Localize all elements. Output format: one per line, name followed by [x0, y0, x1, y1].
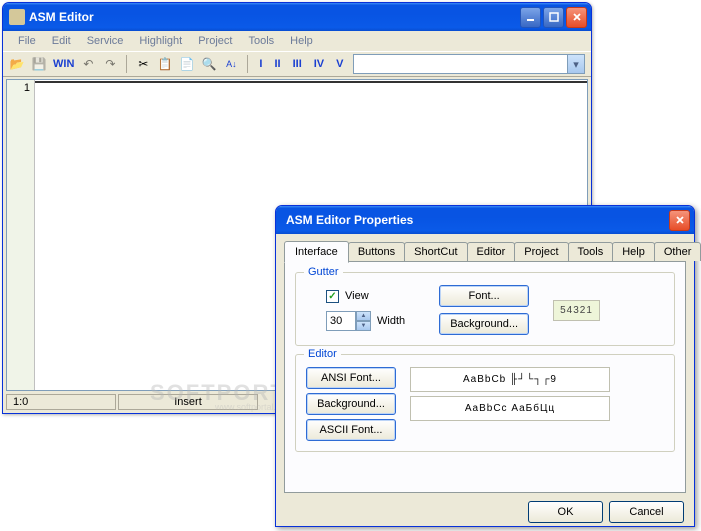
roman-5[interactable]: V — [333, 58, 346, 70]
menu-help[interactable]: Help — [283, 33, 320, 49]
menu-file[interactable]: File — [11, 33, 43, 49]
minimize-button[interactable] — [520, 7, 541, 28]
tab-help[interactable]: Help — [612, 242, 655, 261]
editor-legend: Editor — [304, 348, 341, 360]
main-title: ASM Editor — [29, 10, 520, 24]
dialog-close-button[interactable] — [669, 210, 690, 231]
tab-panel: Gutter ✓ View ▲ ▼ — [284, 261, 686, 493]
tab-other[interactable]: Other — [654, 242, 701, 261]
close-button[interactable] — [566, 7, 587, 28]
roman-2[interactable]: II — [271, 58, 283, 70]
roman-4[interactable]: IV — [311, 58, 327, 70]
spin-down-icon[interactable]: ▼ — [356, 321, 371, 331]
ok-button[interactable]: OK — [528, 501, 603, 523]
gutter-group: Gutter ✓ View ▲ ▼ — [295, 272, 675, 346]
separator-icon — [126, 55, 127, 73]
app-icon — [9, 9, 25, 25]
ansi-font-button[interactable]: ANSI Font... — [306, 367, 396, 389]
win-button[interactable]: WIN — [53, 58, 74, 70]
copy-icon[interactable]: 📋 — [157, 56, 173, 72]
cancel-button[interactable]: Cancel — [609, 501, 684, 523]
width-spinner[interactable]: ▲ ▼ — [326, 311, 371, 331]
spin-up-icon[interactable]: ▲ — [356, 311, 371, 321]
dialog-titlebar[interactable]: ASM Editor Properties — [276, 206, 694, 234]
address-combo[interactable]: ▾ — [353, 54, 586, 74]
ascii-font-button[interactable]: ASCII Font... — [306, 419, 396, 441]
dialog-buttons: OK Cancel — [276, 501, 694, 531]
gutter-preview: 54321 — [553, 300, 600, 321]
view-label: View — [345, 290, 369, 302]
properties-dialog: ASM Editor Properties Interface Buttons … — [275, 205, 695, 527]
open-icon[interactable]: 📂 — [9, 56, 25, 72]
editor-bg-button[interactable]: Background... — [306, 393, 396, 415]
undo-icon[interactable]: ↶ — [80, 56, 96, 72]
menubar: File Edit Service Highlight Project Tool… — [3, 31, 591, 51]
save-icon[interactable]: 💾 — [31, 56, 47, 72]
maximize-button[interactable] — [543, 7, 564, 28]
gutter-bg-button[interactable]: Background... — [439, 313, 529, 335]
width-label: Width — [377, 315, 405, 327]
status-position: 1:0 — [6, 394, 116, 410]
line-number: 1 — [7, 82, 30, 94]
editor-group: Editor ANSI Font... Background... ASCII … — [295, 354, 675, 452]
menu-service[interactable]: Service — [80, 33, 131, 49]
status-mode: Insert — [118, 394, 258, 410]
redo-icon[interactable]: ↷ — [102, 56, 118, 72]
separator-icon — [247, 55, 248, 73]
main-titlebar[interactable]: ASM Editor — [3, 3, 591, 31]
ascii-preview: AaBbCc АаБбЦц — [410, 396, 610, 421]
roman-1[interactable]: I — [256, 58, 265, 70]
tab-tools[interactable]: Tools — [568, 242, 614, 261]
sort-icon[interactable]: A↓ — [223, 56, 239, 72]
tab-shortcut[interactable]: ShortCut — [404, 242, 467, 261]
tab-project[interactable]: Project — [514, 242, 568, 261]
view-checkbox[interactable]: ✓ — [326, 290, 339, 303]
menu-project[interactable]: Project — [191, 33, 239, 49]
gutter-legend: Gutter — [304, 266, 343, 278]
tab-editor[interactable]: Editor — [467, 242, 516, 261]
menu-highlight[interactable]: Highlight — [132, 33, 189, 49]
tabs-row: Interface Buttons ShortCut Editor Projec… — [276, 234, 694, 261]
cut-icon[interactable]: ✂ — [135, 56, 151, 72]
dialog-title: ASM Editor Properties — [282, 213, 669, 227]
line-gutter: 1 — [7, 80, 35, 390]
menu-edit[interactable]: Edit — [45, 33, 78, 49]
roman-3[interactable]: III — [290, 58, 305, 70]
chevron-down-icon[interactable]: ▾ — [567, 55, 584, 73]
menu-tools[interactable]: Tools — [241, 33, 281, 49]
width-input[interactable] — [326, 311, 356, 331]
find-icon[interactable]: 🔍 — [201, 56, 217, 72]
ansi-preview: AaBbCb ╟┘└┐┌9 — [410, 367, 610, 392]
paste-icon[interactable]: 📄 — [179, 56, 195, 72]
toolbar: 📂 💾 WIN ↶ ↷ ✂ 📋 📄 🔍 A↓ I II III IV V ▾ — [3, 51, 591, 77]
tab-buttons[interactable]: Buttons — [348, 242, 405, 261]
gutter-font-button[interactable]: Font... — [439, 285, 529, 307]
tab-interface[interactable]: Interface — [284, 241, 349, 263]
